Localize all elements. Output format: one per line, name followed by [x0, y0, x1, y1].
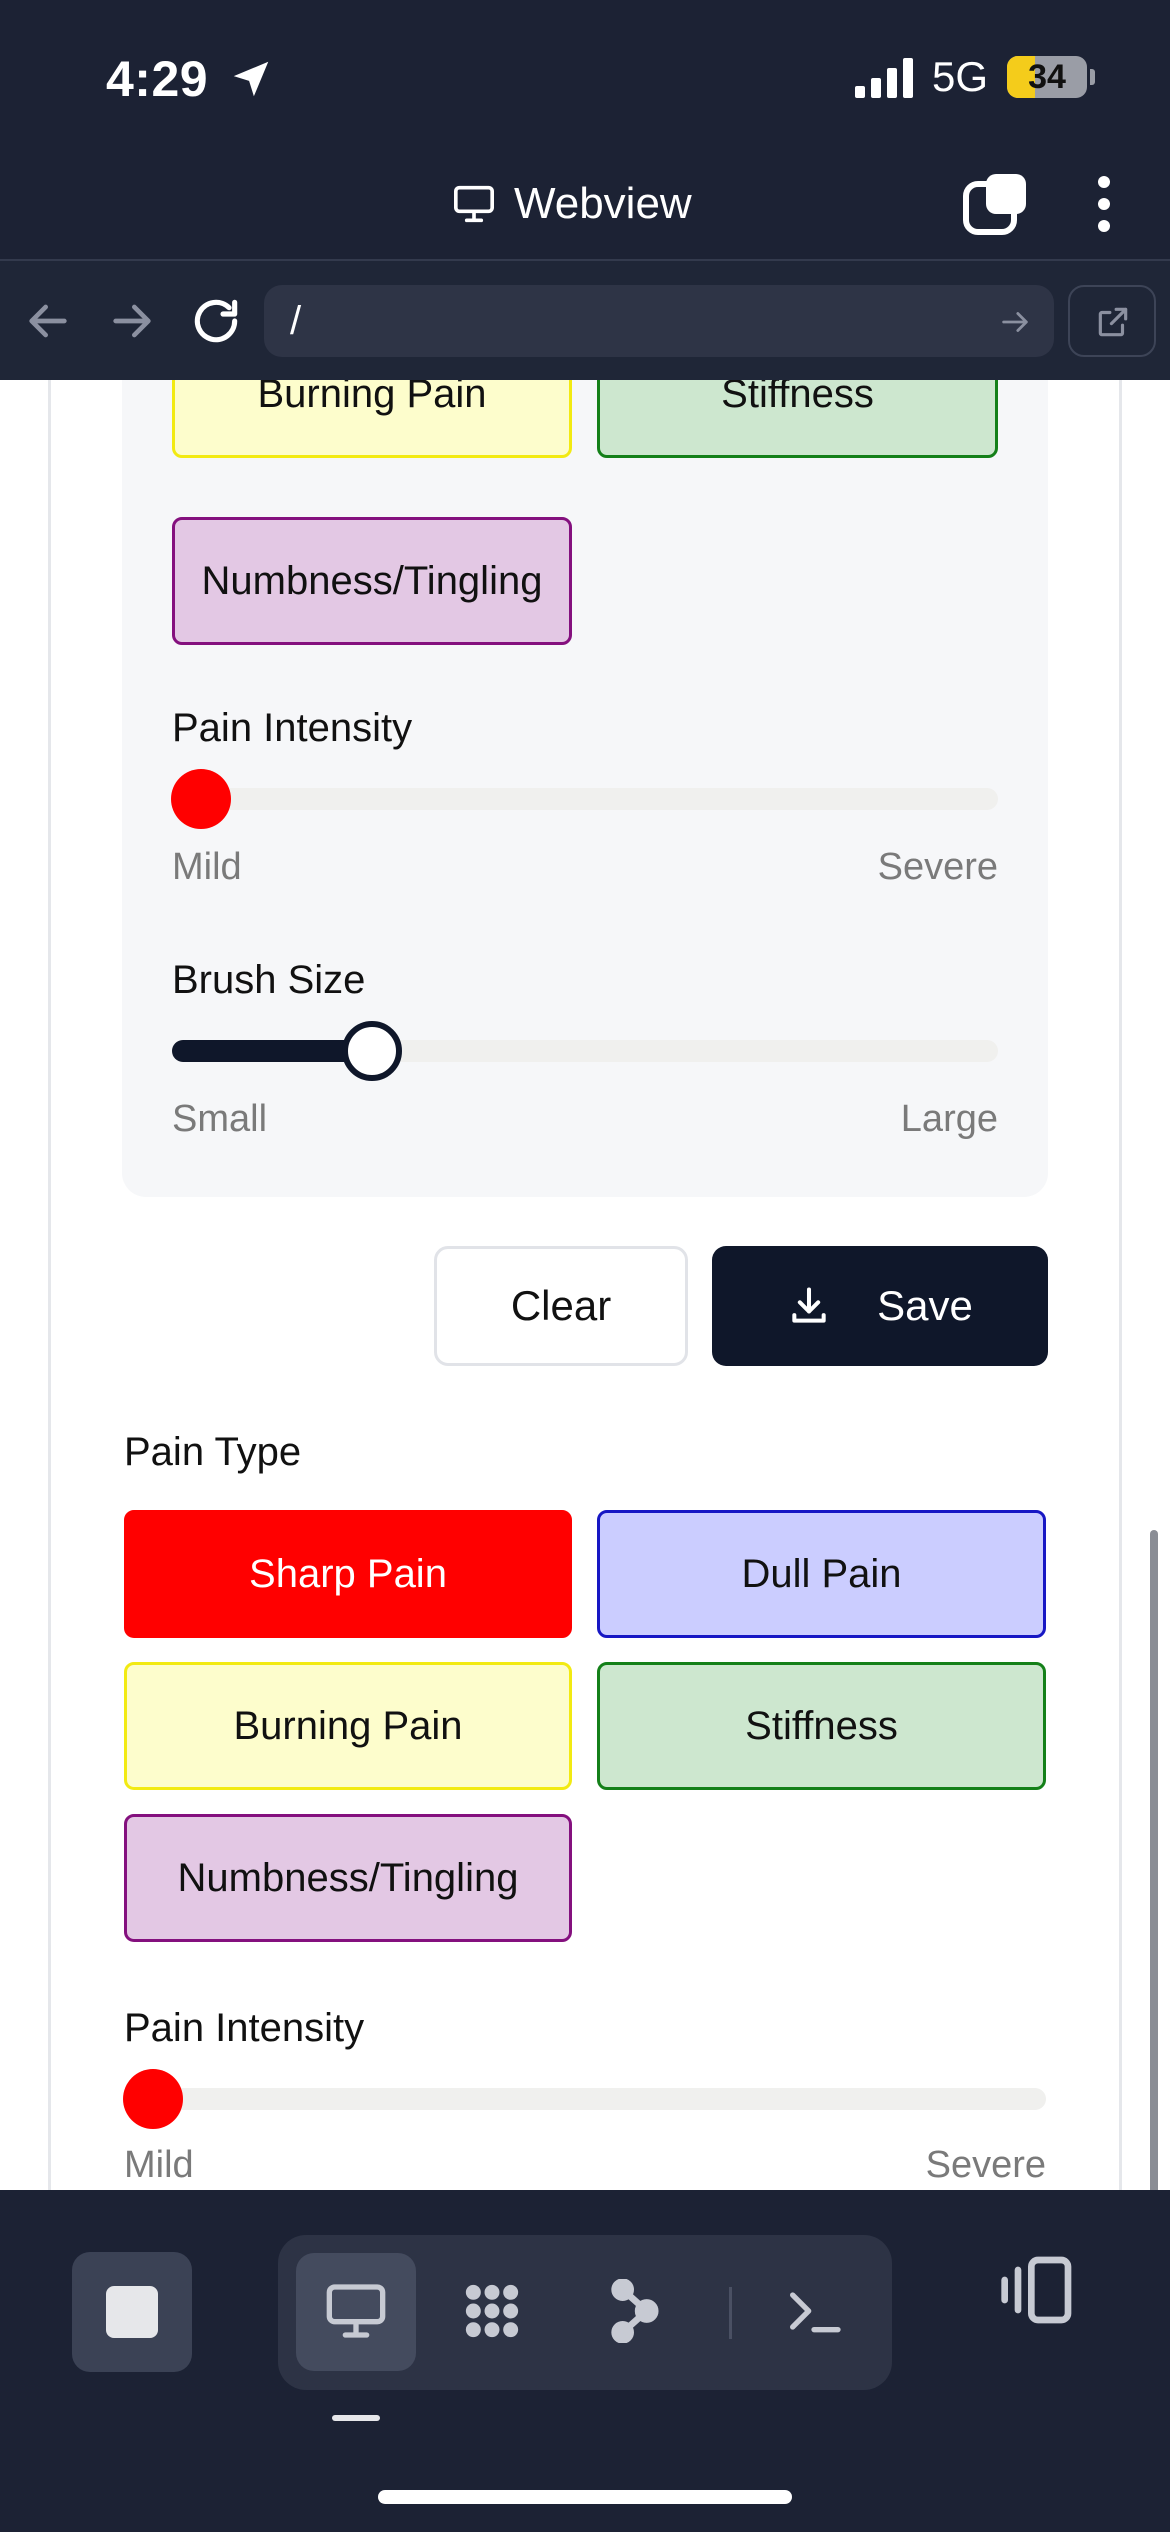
terminal-tool-button[interactable]: [754, 2253, 874, 2371]
clear-button-label: Clear: [510, 1282, 612, 1329]
pain-type-title: Pain Type: [124, 1430, 302, 1474]
battery-nub: [1090, 69, 1095, 85]
open-external-button[interactable]: [1068, 285, 1156, 357]
chip-stiffness[interactable]: Stiffness: [597, 1662, 1046, 1790]
title-bar: Webview: [0, 150, 1170, 260]
status-bar: 4:29 5G 34: [0, 0, 1170, 150]
pain-intensity-label: Pain Intensity: [172, 706, 413, 750]
pain-intensity-thumb[interactable]: [171, 769, 231, 829]
apps-grid-icon: [465, 2284, 519, 2338]
chip-label: Dull Pain: [741, 1551, 902, 1596]
monitor-icon: [454, 185, 494, 223]
location-arrow-icon: [233, 61, 269, 97]
brush-size-thumb[interactable]: [342, 1021, 402, 1081]
chip-label: Burning Pain: [257, 380, 487, 416]
graph-nodes-icon: [611, 2279, 659, 2343]
monitor-icon: [326, 2284, 386, 2338]
url-text: /: [290, 299, 302, 343]
back-arrow-icon[interactable]: [20, 293, 76, 349]
scrollbar[interactable]: [1150, 1530, 1158, 2190]
webview-content[interactable]: Burning Pain Stiffness Numbness/Tingling…: [0, 380, 1170, 2190]
stop-icon: [106, 2286, 158, 2338]
chip-label: Burning Pain: [233, 1703, 463, 1748]
bottom-dock: [0, 2190, 1170, 2532]
go-arrow-icon[interactable]: [998, 305, 1032, 339]
cellular-signal-icon: [855, 58, 913, 98]
chip-label: Stiffness: [745, 1703, 898, 1748]
chip-sharp-pain[interactable]: Sharp Pain: [124, 1510, 572, 1638]
clear-button[interactable]: Clear: [434, 1246, 688, 1366]
chip-label: Numbness/Tingling: [201, 558, 543, 603]
download-icon: [792, 1287, 826, 1323]
intensity-min-label: Mild: [172, 846, 242, 888]
tabs-icon[interactable]: [962, 172, 1030, 236]
title-group: Webview: [452, 176, 692, 232]
battery-icon: 34: [1007, 56, 1087, 98]
chip-dull-pain[interactable]: Dull Pain: [597, 1510, 1046, 1638]
terminal-icon: [790, 2292, 841, 2333]
forward-arrow-icon[interactable]: [104, 293, 160, 349]
chip-label: Numbness/Tingling: [177, 1855, 519, 1900]
network-type: 5G: [932, 53, 989, 100]
save-button-label: Save: [877, 1282, 973, 1329]
active-tool-indicator: [332, 2415, 380, 2421]
window-title: Webview: [514, 179, 692, 228]
home-indicator[interactable]: [378, 2490, 792, 2504]
browser-toolbar: /: [0, 261, 1170, 380]
chip-burning-pain[interactable]: Burning Pain: [172, 380, 572, 458]
chip-label: Stiffness: [721, 380, 874, 416]
chip-numbness-tingling[interactable]: Numbness/Tingling: [124, 1814, 572, 1942]
stop-button[interactable]: [72, 2252, 192, 2372]
status-time: 4:29: [106, 51, 209, 107]
brush-max-label: Large: [900, 1098, 998, 1140]
webview-tool-button[interactable]: [296, 2253, 416, 2371]
pain-intensity-thumb[interactable]: [123, 2069, 183, 2129]
sidebar-toggle-icon[interactable]: [998, 2250, 1078, 2330]
tool-separator: [729, 2287, 732, 2339]
url-bar[interactable]: /: [264, 285, 1054, 357]
apps-tool-button[interactable]: [432, 2253, 552, 2371]
chip-stiffness[interactable]: Stiffness: [597, 380, 998, 458]
graph-tool-button[interactable]: [576, 2253, 696, 2371]
pain-intensity-slider[interactable]: [172, 788, 998, 810]
external-link-icon: [1098, 307, 1128, 337]
brush-size-label: Brush Size: [172, 958, 366, 1002]
intensity-max-label: Severe: [925, 2144, 1046, 2186]
reload-icon[interactable]: [188, 293, 244, 349]
pain-intensity-label: Pain Intensity: [124, 2006, 365, 2050]
save-button[interactable]: Save: [712, 1246, 1048, 1366]
pain-intensity-slider[interactable]: [124, 2088, 1046, 2110]
chip-label: Sharp Pain: [249, 1551, 447, 1596]
chip-burning-pain[interactable]: Burning Pain: [124, 1662, 572, 1790]
chip-numbness-tingling[interactable]: Numbness/Tingling: [172, 517, 572, 645]
brush-min-label: Small: [172, 1098, 268, 1140]
intensity-min-label: Mild: [124, 2144, 194, 2186]
tool-switcher: [278, 2235, 892, 2390]
battery-level: 34: [1028, 58, 1066, 96]
intensity-max-label: Severe: [877, 846, 998, 888]
more-options-icon[interactable]: [1084, 172, 1124, 236]
